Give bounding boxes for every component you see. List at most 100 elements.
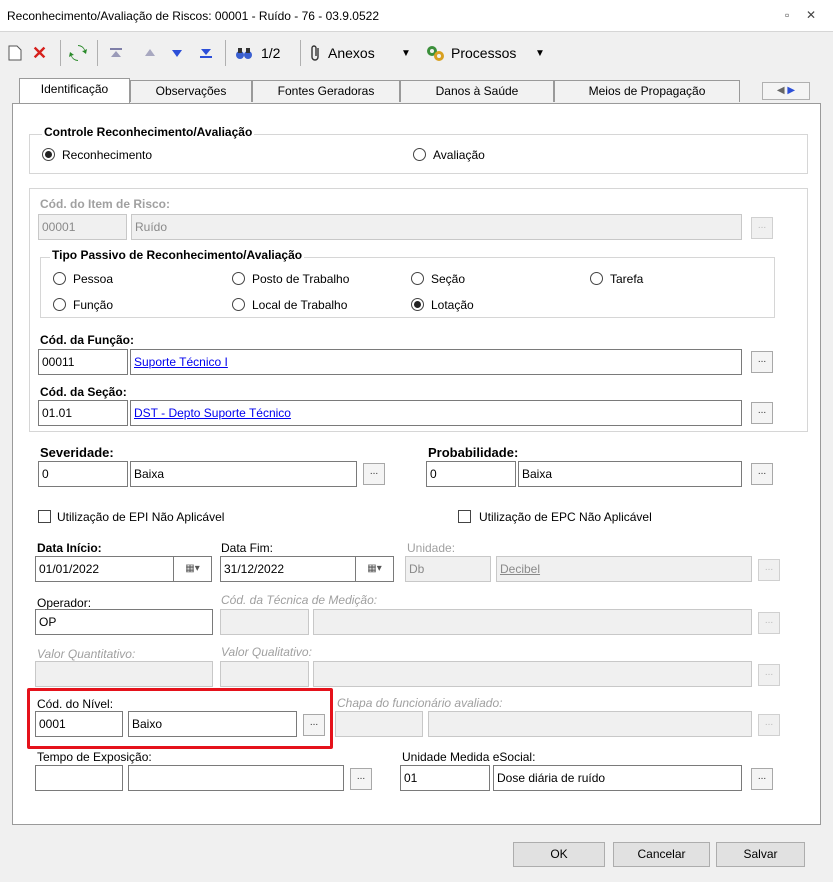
calendar-icon: ▦▾: [185, 563, 200, 574]
label-pessoa: Pessoa: [73, 272, 114, 286]
label-funcao: Função: [73, 298, 114, 312]
tipo-passivo-title: Tipo Passivo de Reconhecimento/Avaliação: [50, 248, 305, 262]
probabilidade-lookup-button[interactable]: ...: [751, 463, 773, 485]
severidade-label: Severidade:: [40, 445, 114, 460]
cancel-button[interactable]: Cancelar: [613, 842, 710, 867]
first-record-icon[interactable]: [109, 42, 123, 64]
page-indicator: 1/2: [261, 45, 281, 61]
tecnica-medicao-label: Cód. da Técnica de Medição:: [221, 593, 378, 607]
unidade-code: Db: [405, 556, 491, 582]
processos-chevron-down-icon[interactable]: ▼: [535, 42, 545, 64]
radio-avaliacao[interactable]: [413, 148, 426, 161]
anexos-chevron-down-icon[interactable]: ▼: [401, 42, 411, 64]
funcao-lookup-button[interactable]: ...: [751, 351, 773, 373]
item-risco-label: Cód. do Item de Risco:: [40, 197, 171, 211]
last-record-icon[interactable]: [199, 42, 213, 64]
epc-label: Utilização de EPC Não Aplicável: [479, 510, 652, 524]
title-bar: Reconhecimento/Avaliação de Riscos: 0000…: [0, 0, 833, 32]
label-local-trabalho: Local de Trabalho: [252, 298, 348, 312]
severidade-lookup-button[interactable]: ...: [363, 463, 385, 485]
radio-tarefa[interactable]: [590, 272, 603, 285]
label-posto-trabalho: Posto de Trabalho: [252, 272, 350, 286]
probabilidade-description: Baixa: [518, 461, 742, 487]
calendar-icon: ▦▾: [367, 563, 382, 574]
unidade-lookup-button: ...: [758, 559, 780, 581]
radio-funcao[interactable]: [53, 298, 66, 311]
unidade-link: Decibel: [500, 562, 541, 576]
severidade-code-input[interactable]: 0: [38, 461, 128, 487]
funcao-description[interactable]: Suporte Técnico I: [130, 349, 742, 375]
epc-checkbox[interactable]: [458, 510, 471, 523]
save-button[interactable]: Salvar: [716, 842, 805, 867]
refresh-icon[interactable]: [69, 42, 87, 64]
secao-link[interactable]: DST - Depto Suporte Técnico: [134, 406, 291, 420]
valor-quantitativo-input: [35, 661, 213, 687]
operador-input[interactable]: OP: [35, 609, 213, 635]
anexos-menu[interactable]: Anexos: [328, 42, 375, 64]
controle-title: Controle Reconhecimento/Avaliação: [42, 125, 255, 139]
tab-observacoes[interactable]: Observações: [130, 80, 252, 102]
previous-record-icon[interactable]: [143, 42, 157, 64]
valor-quantitativo-label: Valor Quantitativo:: [37, 647, 136, 661]
valor-qualitativo-code: [220, 661, 309, 687]
tempo-exposicao-description: [128, 765, 344, 791]
epi-checkbox[interactable]: [38, 510, 51, 523]
tab-danos-saude[interactable]: Danos à Saúde: [400, 80, 554, 102]
secao-description[interactable]: DST - Depto Suporte Técnico: [130, 400, 742, 426]
data-fim-input[interactable]: 31/12/2022: [220, 556, 356, 582]
delete-icon[interactable]: ✕: [32, 42, 47, 64]
tab-scroll-right-icon[interactable]: ▶: [787, 85, 795, 96]
radio-lotacao[interactable]: [411, 298, 424, 311]
secao-lookup-button[interactable]: ...: [751, 402, 773, 424]
data-inicio-label: Data Início:: [37, 541, 102, 555]
tab-meios-propagacao[interactable]: Meios de Propagação: [554, 80, 740, 102]
label-avaliacao: Avaliação: [433, 148, 485, 162]
highlight-box: [27, 688, 333, 749]
data-inicio-calendar-button[interactable]: ▦▾: [174, 556, 212, 582]
ok-button[interactable]: OK: [513, 842, 605, 867]
secao-code-input[interactable]: 01.01: [38, 400, 128, 426]
data-fim-calendar-button[interactable]: ▦▾: [356, 556, 394, 582]
toolbar: ✕ 1/2 Anexos ▼ Processos ▼: [0, 33, 833, 71]
tempo-exposicao-lookup-button[interactable]: ...: [350, 768, 372, 790]
data-inicio-input[interactable]: 01/01/2022: [35, 556, 174, 582]
label-tarefa: Tarefa: [610, 272, 644, 286]
unidade-esocial-lookup-button[interactable]: ...: [751, 768, 773, 790]
valor-qualitativo-lookup-button: ...: [758, 664, 780, 686]
probabilidade-label: Probabilidade:: [428, 445, 519, 460]
item-risco-lookup-button: ...: [751, 217, 773, 239]
tab-scroll-arrows[interactable]: ◀ ▶: [762, 82, 810, 100]
tab-fontes-geradoras[interactable]: Fontes Geradoras: [252, 80, 400, 102]
tab-identificacao[interactable]: Identificação: [19, 78, 130, 104]
next-record-icon[interactable]: [170, 42, 184, 64]
funcao-link[interactable]: Suporte Técnico I: [134, 355, 228, 369]
tempo-exposicao-code-input[interactable]: [35, 765, 123, 791]
item-risco-description: Ruído: [131, 214, 742, 240]
tecnica-medicao-description: [313, 609, 752, 635]
funcao-code-input[interactable]: 00011: [38, 349, 128, 375]
new-record-icon[interactable]: [8, 42, 22, 64]
gears-icon: [425, 42, 445, 64]
secao-label: Cód. da Seção:: [40, 385, 127, 399]
search-binoculars-icon[interactable]: [235, 42, 253, 64]
radio-pessoa[interactable]: [53, 272, 66, 285]
tipo-passivo-group: [40, 257, 775, 318]
radio-secao[interactable]: [411, 272, 424, 285]
probabilidade-code-input[interactable]: 0: [426, 461, 516, 487]
tecnica-medicao-lookup-button: ...: [758, 612, 780, 634]
radio-reconhecimento[interactable]: [42, 148, 55, 161]
operador-label: Operador:: [37, 596, 92, 610]
radio-posto-trabalho[interactable]: [232, 272, 245, 285]
close-window-icon[interactable]: ✕: [806, 8, 816, 22]
radio-local-trabalho[interactable]: [232, 298, 245, 311]
unidade-esocial-description: Dose diária de ruído: [493, 765, 742, 791]
tab-scroll-left-icon[interactable]: ◀: [777, 85, 785, 96]
severidade-description: Baixa: [130, 461, 357, 487]
paperclip-icon: [310, 42, 322, 64]
processos-menu[interactable]: Processos: [451, 42, 516, 64]
label-secao: Seção: [431, 272, 466, 286]
window-title: Reconhecimento/Avaliação de Riscos: 0000…: [7, 9, 380, 23]
unidade-label: Unidade:: [407, 541, 456, 555]
restore-icon[interactable]: ▫: [785, 8, 789, 22]
unidade-esocial-code-input[interactable]: 01: [400, 765, 490, 791]
